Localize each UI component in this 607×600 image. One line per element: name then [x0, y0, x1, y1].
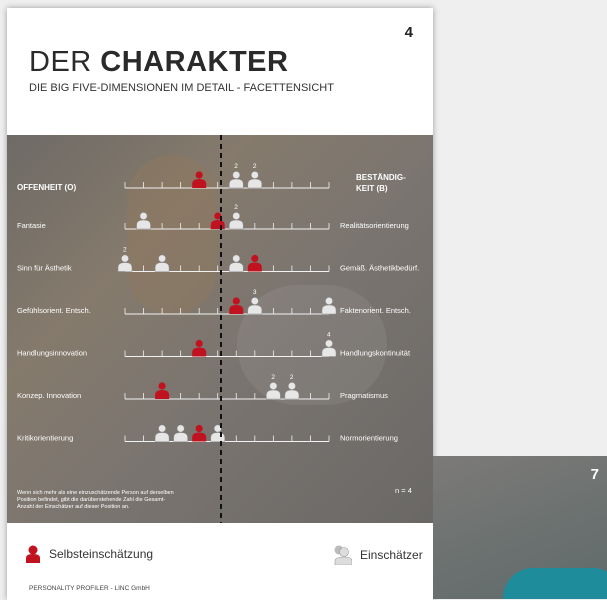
top-rater-count: 2: [253, 163, 257, 170]
row-5-self-icon: [192, 424, 207, 442]
title-light: DER: [29, 46, 101, 78]
note-line-2: Position befindet, gibt die darüberstehe…: [17, 497, 165, 503]
preview-accent-shape: [503, 568, 607, 599]
top-self-icon: [192, 171, 207, 188]
facet-right-label: Pragmatismus: [340, 391, 388, 400]
facet-chart: OFFENHEIT (O) BESTÄNDIG- KEIT (B) 2 2 2 Fan…: [17, 135, 419, 523]
header-right-1: BESTÄNDIG-: [356, 173, 406, 182]
row-5-rater-icon: [210, 424, 225, 442]
row-1-rater-icon: [154, 254, 170, 272]
row-5-rater-icon: [173, 424, 188, 442]
title-bold: CHARAKTER: [100, 46, 289, 78]
header-left: OFFENHEIT (O): [17, 183, 76, 192]
legend-self-label: Selbsteinschätzung: [49, 547, 154, 561]
row-5-rater-icon: [154, 424, 170, 442]
facet-left-label: Gefühlsorient. Entsch.: [17, 306, 91, 315]
row-4-rater-count: 2: [271, 374, 275, 381]
facet-left-label: Kritikorientierung: [17, 434, 73, 443]
n-label: n = 4: [395, 486, 412, 495]
person-grey-icon: [334, 545, 352, 565]
facet-left-label: Fantasie: [17, 221, 46, 230]
note-line-1: Wenn sich mehr als eine einzuschätzende …: [17, 490, 174, 496]
facet-left-label: Sinn für Ästhetik: [17, 264, 72, 273]
row-3-rater-count: 4: [327, 332, 331, 339]
facet-right-label: Realitätsorientierung: [340, 221, 409, 230]
legend-others: Einschätzer: [332, 545, 423, 565]
facet-right-label: Normorientierung: [340, 434, 398, 443]
next-page-preview: 7: [433, 456, 607, 599]
row-0-rater-icon: [229, 212, 244, 230]
facet-panel: OFFENHEIT (O) BESTÄNDIG- KEIT (B) 2 2 2 Fan…: [7, 135, 433, 523]
row-0-self-icon: [210, 212, 225, 229]
row-0-rater-icon: [136, 212, 151, 230]
facet-right-label: Gemäß. Ästhetikbedürf.: [340, 264, 419, 273]
row-1-rater-count: 2: [123, 247, 127, 254]
row-4-self-icon: [155, 382, 170, 399]
page-title: DER CHARAKTER: [29, 46, 288, 79]
row-1-self-icon: [247, 254, 262, 272]
facet-right-label: Faktenorient. Entsch.: [340, 306, 411, 315]
facet-right-label: Handlungskontinuität: [340, 349, 411, 358]
header-right-2: KEIT (B): [356, 184, 388, 193]
footer-text: PERSONALITY PROFILER - LINC GmbH: [29, 585, 150, 592]
row-2-rater-icon: [321, 297, 337, 315]
row-4-rater-icon: [266, 382, 281, 400]
page-subtitle: DIE BIG FIVE-DIMENSIONEN IM DETAIL - FAC…: [29, 82, 334, 94]
row-1-rater-icon: [117, 254, 133, 272]
note-line-3: Anzahl der Einschätzer auf dieser Positi…: [17, 504, 130, 510]
legend-self: Selbsteinschätzung: [25, 545, 153, 563]
row-2-rater-count: 3: [253, 289, 257, 296]
top-rater-icon: [247, 171, 263, 189]
row-3-rater-icon: [321, 339, 337, 357]
row-4-rater-count: 2: [290, 374, 294, 381]
person-red-icon: [26, 545, 40, 563]
row-1-rater-icon: [229, 254, 244, 272]
top-rater-icon: [229, 171, 244, 189]
row-0-rater-count: 2: [234, 204, 238, 211]
preview-page-number: 7: [590, 466, 599, 483]
legend-others-label: Einschätzer: [360, 548, 423, 562]
top-rater-count: 2: [234, 163, 238, 170]
facet-left-label: Konzep. Innovation: [17, 391, 81, 400]
report-page: 4 DER CHARAKTER DIE BIG FIVE-DIMENSIONEN…: [7, 8, 433, 600]
row-2-rater-icon: [247, 297, 263, 315]
row-4-rater-icon: [284, 382, 300, 400]
row-3-self-icon: [192, 339, 207, 357]
row-2-self-icon: [229, 297, 244, 314]
page-number: 4: [404, 24, 413, 41]
facet-left-label: Handlungsinnovation: [17, 349, 87, 358]
